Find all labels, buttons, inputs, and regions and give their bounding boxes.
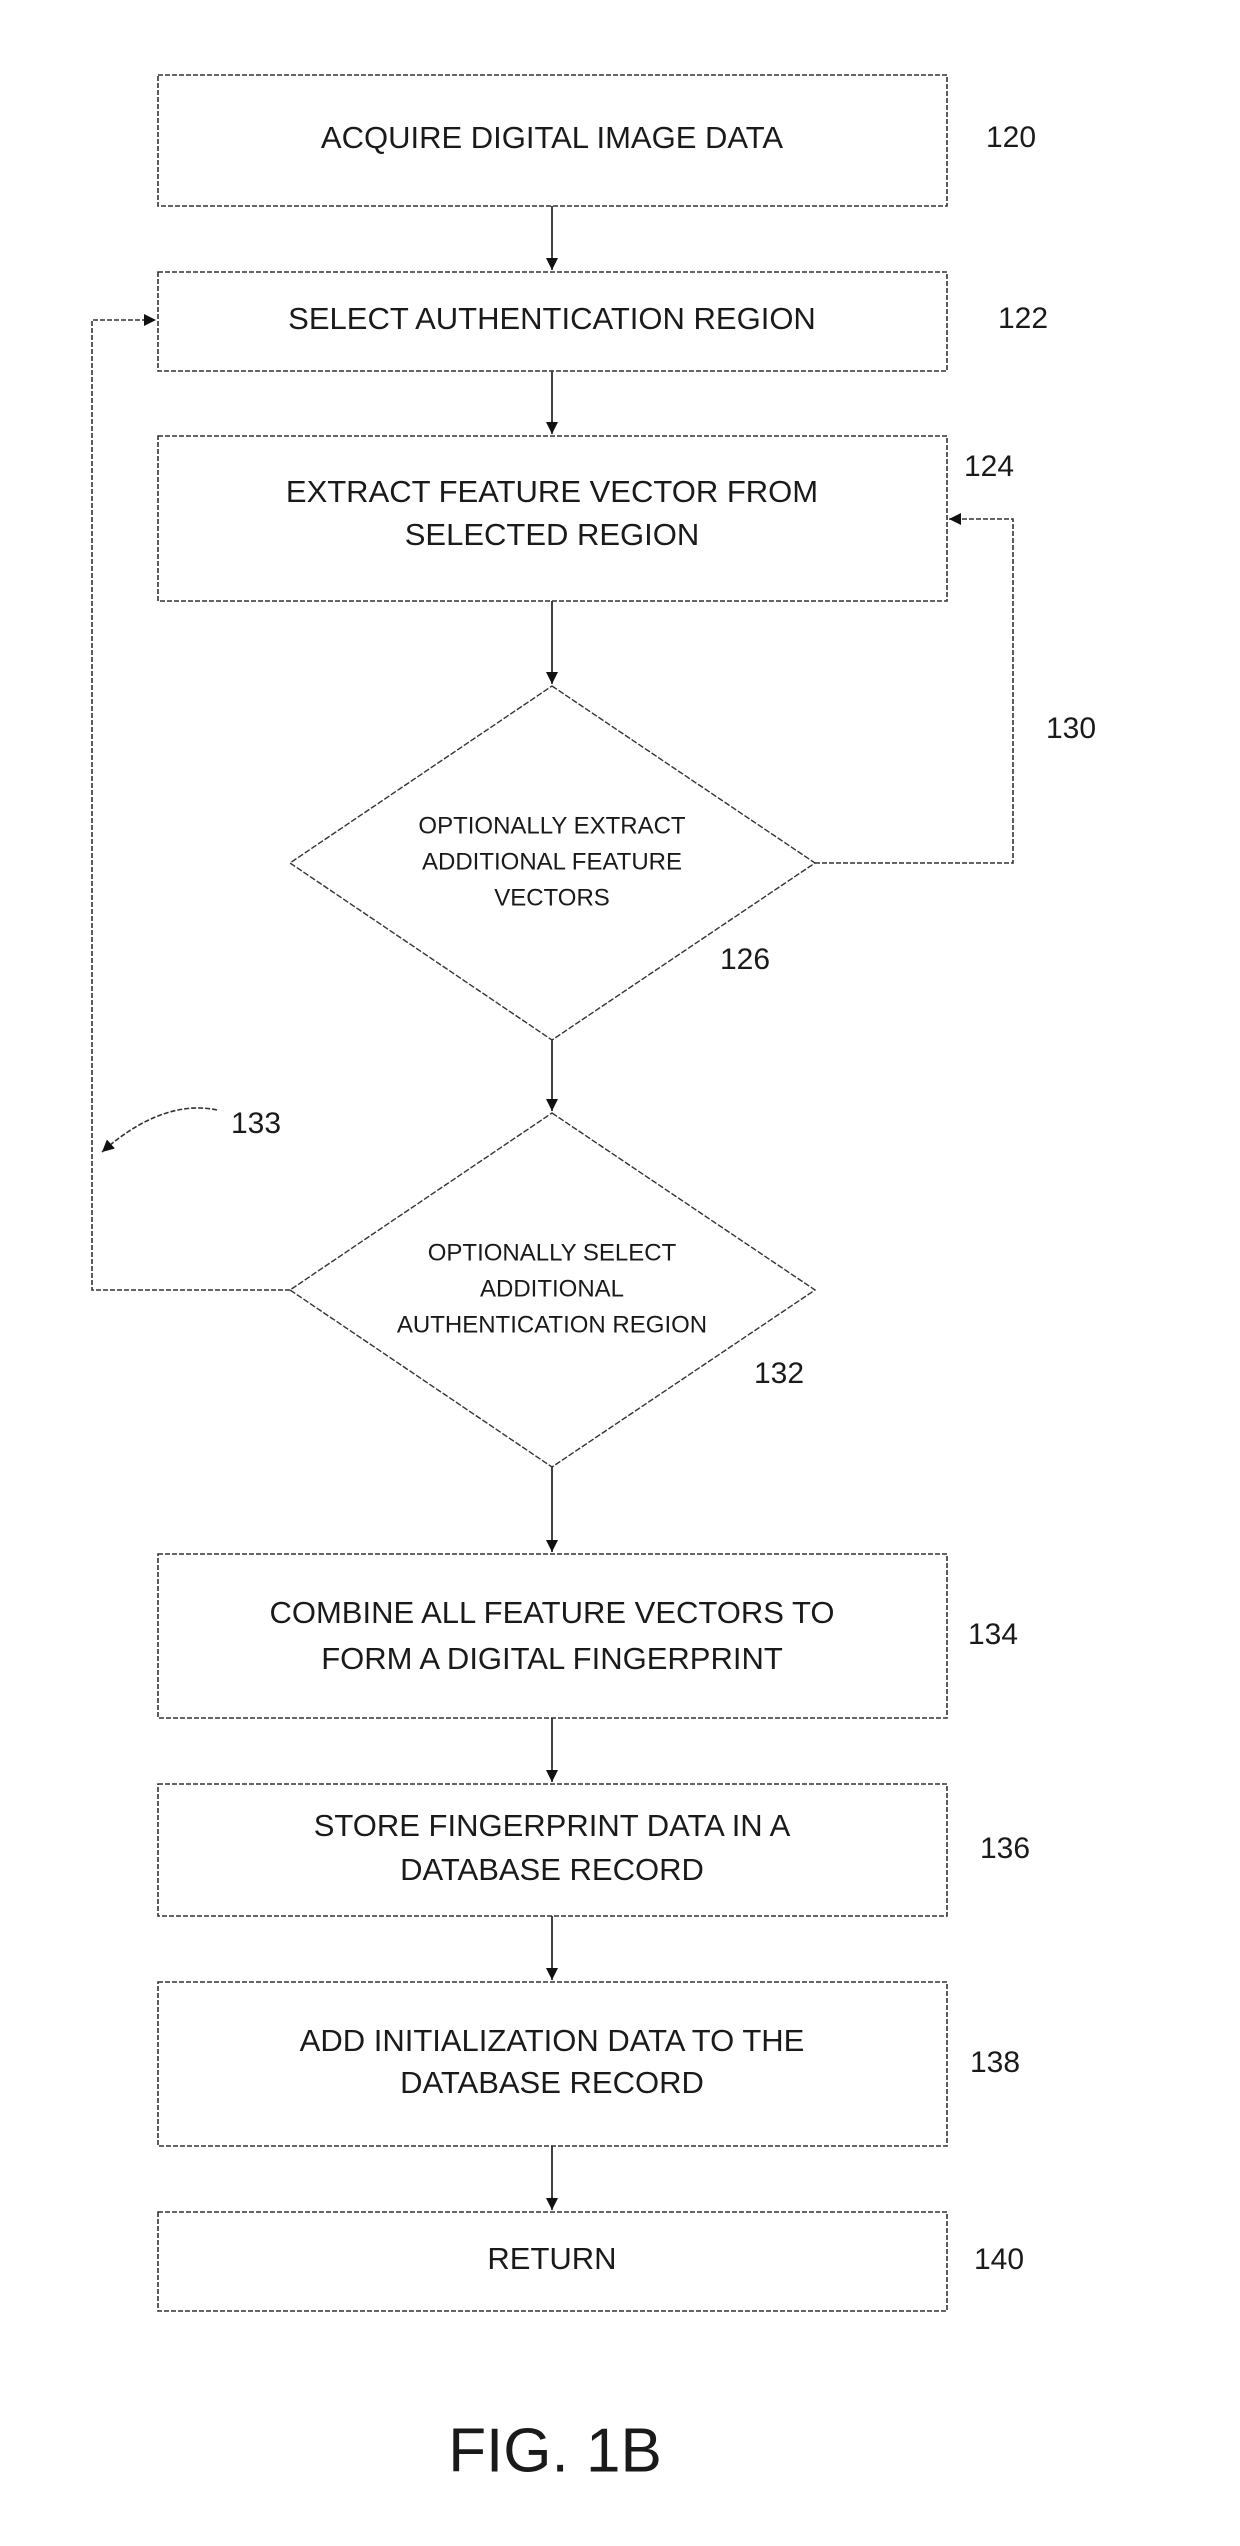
- ref-132: 132: [754, 1357, 804, 1390]
- step-140: RETURN: [157, 2211, 948, 2312]
- step-text-line-1: COMBINE ALL FEATURE VECTORS TO: [269, 1595, 834, 1630]
- decision-126: OPTIONALLY EXTRACT ADDITIONAL FEATURE VE…: [288, 685, 817, 1041]
- step-136: STORE FINGERPRINT DATA IN A DATABASE REC…: [157, 1783, 948, 1917]
- decision-text-line-1: OPTIONALLY SELECT: [428, 1239, 677, 1266]
- step-138: ADD INITIALIZATION DATA TO THE DATABASE …: [157, 1981, 948, 2147]
- step-text-line-2: FORM A DIGITAL FINGERPRINT: [321, 1641, 783, 1676]
- decision-text-line-3: AUTHENTICATION REGION: [397, 1311, 707, 1338]
- ref-133: 133: [231, 1107, 281, 1140]
- step-text-line-2: DATABASE RECORD: [400, 1852, 704, 1887]
- process-box: [157, 1783, 948, 1917]
- ref-138: 138: [970, 2046, 1020, 2079]
- ref-122: 122: [998, 302, 1048, 335]
- figure-label: FIG. 1B: [448, 2416, 662, 2485]
- decision-text-line-1: OPTIONALLY EXTRACT: [418, 812, 686, 839]
- process-box: [157, 1553, 948, 1719]
- ref-124: 124: [964, 450, 1014, 483]
- step-text: RETURN: [487, 2241, 616, 2276]
- decision-132: OPTIONALLY SELECT ADDITIONAL AUTHENTICAT…: [288, 1112, 817, 1468]
- ref-120: 120: [986, 121, 1036, 154]
- step-text-line-2: DATABASE RECORD: [400, 2065, 704, 2100]
- step-text: ACQUIRE DIGITAL IMAGE DATA: [321, 120, 784, 155]
- step-134: COMBINE ALL FEATURE VECTORS TO FORM A DI…: [157, 1553, 948, 1719]
- step-122: SELECT AUTHENTICATION REGION: [157, 271, 948, 372]
- step-text-line-1: ADD INITIALIZATION DATA TO THE: [300, 2023, 805, 2058]
- ref-136: 136: [980, 1832, 1030, 1865]
- ref-126: 126: [720, 943, 770, 976]
- ref-130: 130: [1046, 712, 1096, 745]
- ref-140: 140: [974, 2243, 1024, 2276]
- decision-text-line-2: ADDITIONAL: [480, 1275, 624, 1302]
- step-text-line-1: STORE FINGERPRINT DATA IN A: [314, 1808, 791, 1843]
- ref-133-leader-arrow: [101, 1107, 218, 1153]
- ref-134: 134: [968, 1618, 1018, 1651]
- step-text: SELECT AUTHENTICATION REGION: [288, 301, 816, 336]
- process-box: [157, 1981, 948, 2147]
- decision-text-line-2: ADDITIONAL FEATURE: [422, 848, 682, 875]
- flowchart: ACQUIRE DIGITAL IMAGE DATA SELECT AUTHEN…: [91, 74, 1096, 2485]
- step-text-line-1: EXTRACT FEATURE VECTOR FROM: [286, 474, 818, 509]
- step-120: ACQUIRE DIGITAL IMAGE DATA: [157, 74, 948, 207]
- step-124: EXTRACT FEATURE VECTOR FROM SELECTED REG…: [157, 435, 948, 602]
- step-text-line-2: SELECTED REGION: [405, 517, 700, 552]
- decision-text-line-3: VECTORS: [494, 884, 610, 911]
